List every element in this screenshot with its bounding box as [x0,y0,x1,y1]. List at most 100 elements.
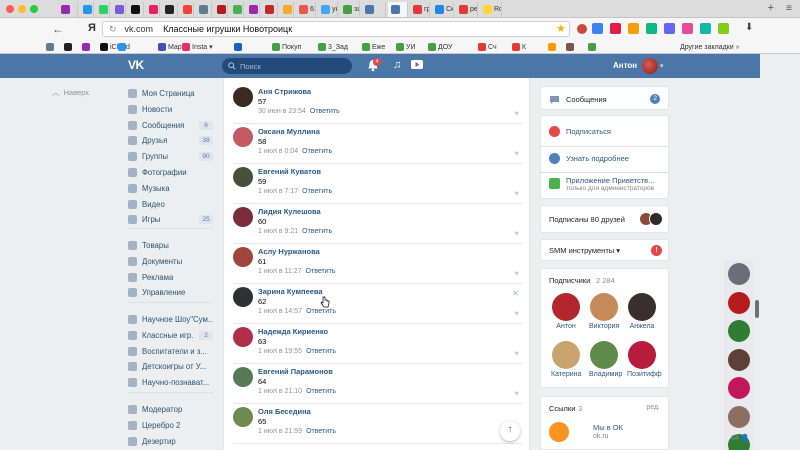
download-icon[interactable]: ⬇ [745,22,753,33]
reply-link[interactable]: Ответить [310,108,340,115]
subscribe-action[interactable]: Подписаться [549,126,611,137]
like-heart-icon[interactable]: ♥ [514,109,519,118]
app-action[interactable]: Приложение Приветств... только для админ… [549,176,654,192]
browser-tab[interactable] [388,2,408,17]
bookmark-item[interactable]: Сч [478,42,497,52]
avatar[interactable] [233,207,253,227]
browser-tab[interactable]: Ск [432,2,454,17]
bookmark-item[interactable]: Еже [362,42,385,52]
bookmark-item[interactable] [64,42,74,52]
avatar[interactable] [233,247,253,267]
avatar[interactable] [233,167,253,187]
scroll-up-link[interactable]: ︿ Наверх [52,87,89,98]
extension-icon[interactable] [577,24,587,34]
comment-date[interactable]: 1 июл в 19:55 [258,348,302,355]
comment-date[interactable]: 1 июл в 21:59 [258,428,302,435]
browser-tab[interactable] [128,2,144,17]
extension-icon[interactable] [646,23,657,34]
other-bookmarks[interactable]: Другие закладки» [680,42,740,52]
bookmark-item[interactable] [82,42,92,52]
extension-icon[interactable] [592,23,603,34]
avatar[interactable] [233,407,253,427]
learn-more-action[interactable]: Узнать подробнее [549,153,629,164]
comment-date[interactable]: 1 июл в 9:21 [258,228,298,235]
minimize-window-icon[interactable] [18,5,26,13]
comment-author[interactable]: Оля Беседина [258,407,311,416]
online-count[interactable]: 64 👤 [731,434,749,442]
browser-tab[interactable] [80,2,94,17]
bookmark-item[interactable]: ДОУ [428,42,452,52]
scroll-to-top-button[interactable]: ↑ [500,421,520,441]
sidebar-item[interactable]: Дезертир [128,434,213,449]
sidebar-item[interactable]: Реклама [128,270,213,285]
bookmark-item[interactable] [548,42,558,52]
sidebar-item[interactable]: Модератор [128,402,213,417]
maximize-window-icon[interactable] [30,5,38,13]
bookmark-item[interactable]: 3_Зад [318,42,348,52]
new-tab-button[interactable]: + [768,2,774,14]
user-name[interactable]: Антон [613,61,637,70]
bookmark-item[interactable] [118,42,128,52]
browser-tab[interactable]: Ro [480,2,502,17]
subscriber-item[interactable]: Позитифф [627,341,662,378]
sidebar-item[interactable]: Документы [128,254,213,269]
extension-icon[interactable] [718,23,729,34]
back-button[interactable]: ← [52,22,64,36]
comment-date[interactable]: 30 июн в 23:54 [258,108,306,115]
avatar[interactable] [642,58,658,74]
sidebar-item[interactable]: Научно-познават... [128,375,213,390]
avatar[interactable] [233,367,253,387]
subscriber-item[interactable]: Владимир [589,341,622,378]
browser-tab[interactable] [146,2,160,17]
sidebar-item[interactable]: Группы 90 [128,149,213,164]
avatar[interactable] [233,287,253,307]
like-heart-icon[interactable]: ♥ [514,389,519,398]
sidebar-item[interactable]: Церебро 2 [128,418,213,433]
bookmark-item[interactable] [588,42,598,52]
links-edit-link[interactable]: ред. [646,404,660,411]
sidebar-item[interactable]: Управление [128,285,213,300]
bookmark-item[interactable] [234,42,244,52]
bookmark-item[interactable]: Марк [158,42,185,52]
comment-author[interactable]: Зарина Кумпеева [258,287,323,296]
comment-date[interactable]: 1 июл в 0:04 [258,148,298,155]
messages-row[interactable]: Сообщения [549,94,607,105]
sidebar-item[interactable]: Фотографии [128,165,213,180]
comment-date[interactable]: 1 июл в 11:27 [258,268,302,275]
messages-card[interactable]: Сообщения 2 [540,86,669,110]
sidebar-item[interactable]: Музыка [128,181,213,196]
subscriber-item[interactable]: Катерина [551,341,581,378]
sidebar-item[interactable]: Игры 25 [128,212,213,227]
browser-tab[interactable] [96,2,110,17]
like-heart-icon[interactable]: ♥ [514,349,519,358]
chat-contact-avatar[interactable] [728,405,750,428]
browser-tab[interactable]: гр [410,2,430,17]
browser-tab[interactable] [280,2,294,17]
browser-tab[interactable] [196,2,212,17]
extension-icon[interactable] [610,23,621,34]
bookmark-item[interactable]: Покуп [272,42,301,52]
like-heart-icon[interactable]: ♥ [514,269,519,278]
browser-tab[interactable] [58,2,78,17]
comment-author[interactable]: Аслу Нуржанова [258,247,320,256]
subscriber-item[interactable]: Виктория [589,293,619,330]
browser-tab[interactable]: 61 [296,2,316,17]
comment-date[interactable]: 1 июл в 21:10 [258,388,302,395]
browser-tab[interactable] [362,2,386,17]
comment-date[interactable]: 1 июл в 14:57 [258,308,302,315]
vk-logo[interactable]: VK [128,58,150,72]
subscriber-item[interactable]: Анжела [627,293,657,330]
browser-tab[interactable]: ре [456,2,478,17]
browser-tab[interactable]: за [340,2,360,17]
sidebar-item[interactable]: Видео [128,197,213,212]
sidebar-item[interactable]: Детскоигры от У... [128,359,213,374]
browser-tab[interactable] [214,2,228,17]
extension-icon[interactable] [628,23,639,34]
bookmark-item[interactable] [46,42,56,52]
comment-date[interactable]: 1 июл в 7:17 [258,188,298,195]
play-icon[interactable] [411,60,423,69]
chat-contact-avatar[interactable] [728,348,750,371]
reply-link[interactable]: Ответить [302,148,332,155]
sidebar-item[interactable]: Друзья 38 [128,133,213,148]
chat-contact-avatar[interactable] [728,291,750,314]
